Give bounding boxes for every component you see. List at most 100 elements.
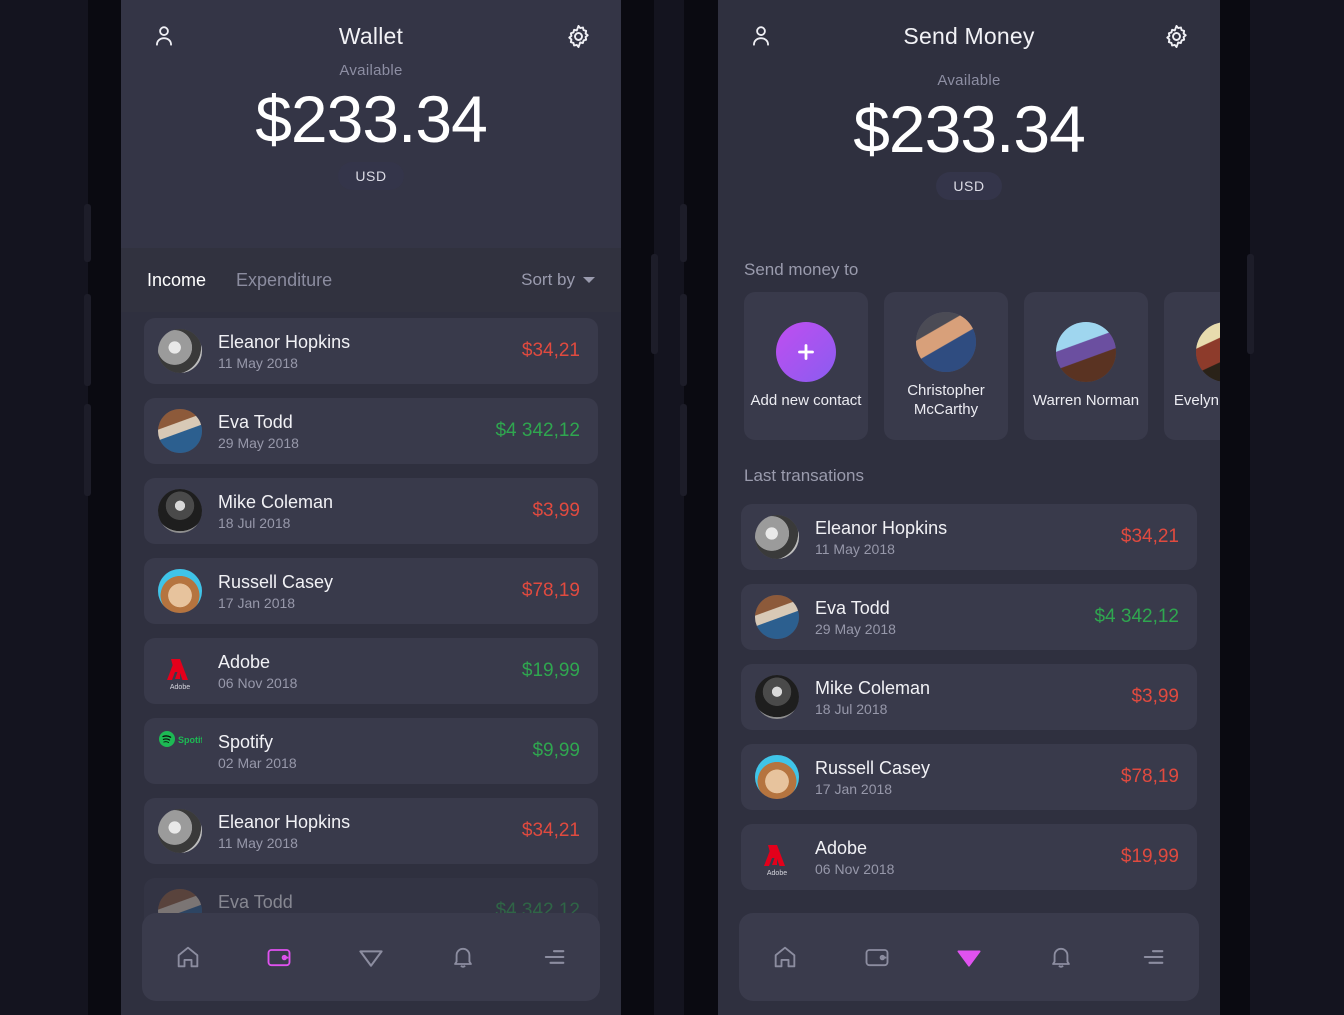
nav-more[interactable] (1129, 933, 1177, 981)
transaction-date: 11 May 2018 (815, 540, 895, 557)
person-icon[interactable] (744, 19, 778, 53)
page-title: Send Money (903, 22, 1035, 49)
transaction-amount: $19,99 (1120, 846, 1179, 867)
sort-by-button[interactable]: Sort by (521, 270, 595, 290)
nav-wallet[interactable] (255, 933, 303, 981)
transaction-meta: Russell Casey 17 Jan 2018 (218, 572, 333, 611)
nav-send[interactable] (945, 933, 993, 981)
transaction-meta: Eleanor Hopkins 11 May 2018 (218, 332, 350, 371)
wallet-bottom-nav[interactable] (142, 913, 600, 1001)
contacts-carousel[interactable]: Add new contact Christopher McCarthy Warre… (718, 292, 1220, 440)
transaction-date: 29 May 2018 (218, 434, 299, 451)
contact-card[interactable]: Warren Norman (1024, 292, 1148, 440)
phone-button (84, 294, 91, 386)
table-row[interactable]: Russell Casey 17 Jan 2018 $78,19 (741, 744, 1197, 810)
send-bottom-nav[interactable] (739, 913, 1199, 1001)
send-icon (954, 942, 984, 972)
phone-button (1247, 254, 1254, 354)
wallet-balance: Available $233.34 USD (121, 54, 621, 191)
phone-button (84, 204, 91, 262)
tab-expenditure[interactable]: Expenditure (236, 270, 332, 291)
transaction-amount: $4 342,12 (495, 420, 580, 441)
send-appbar: Send Money (718, 0, 1220, 54)
avatar (158, 569, 202, 613)
transaction-name: Eleanor Hopkins (218, 811, 351, 832)
transaction-date: 18 Jul 2018 (218, 514, 291, 531)
wallet-screen: Wallet Available $233.34 USD Income Expe… (121, 0, 621, 1015)
transaction-date: 06 Nov 2018 (218, 674, 298, 691)
chevron-down-icon (583, 277, 595, 283)
person-icon[interactable] (147, 19, 181, 53)
transaction-amount: $78,19 (1120, 766, 1179, 787)
avatar (158, 329, 202, 373)
nav-home[interactable] (164, 933, 212, 981)
table-row[interactable]: Eleanor Hopkins 11 May 2018 $34,21 (144, 318, 598, 384)
transaction-date: 17 Jan 2018 (218, 594, 296, 611)
spotify-logo-icon: Spotify (158, 729, 202, 773)
nav-wallet[interactable] (853, 933, 901, 981)
gear-icon[interactable] (561, 19, 595, 53)
table-row[interactable]: Eleanor Hopkins 11 May 2018 $34,21 (741, 504, 1197, 570)
avatar (1056, 321, 1116, 382)
currency-badge[interactable]: USD (338, 162, 404, 191)
transaction-meta: Adobe 06 Nov 2018 (815, 838, 894, 877)
avatar (755, 755, 799, 799)
table-row[interactable]: Russell Casey 17 Jan 2018 $78,19 (144, 558, 598, 624)
avatar (1196, 321, 1220, 382)
nav-notifications[interactable] (439, 933, 487, 981)
contact-card[interactable]: Add new contact (744, 292, 868, 440)
phone-button (651, 254, 658, 354)
wallet-icon (265, 943, 293, 971)
wallet-body: Income Expenditure Sort by Eleanor Hopki… (121, 248, 621, 1015)
transaction-date: 11 May 2018 (218, 834, 298, 851)
transaction-name: Eva Todd (218, 411, 293, 432)
transaction-name: Mike Coleman (218, 491, 334, 512)
table-row[interactable]: Eleanor Hopkins 11 May 2018 $34,21 (144, 798, 598, 864)
transaction-meta: Eva Todd 29 May 2018 (218, 412, 299, 451)
currency-badge[interactable]: USD (936, 172, 1002, 201)
table-row[interactable]: Adobe Adobe 06 Nov 2018 $19,99 (144, 638, 598, 704)
wallet-header-panel: Wallet Available $233.34 USD (121, 0, 621, 248)
wallet-transaction-list[interactable]: Eleanor Hopkins 11 May 2018 $34,21 Eva Todd… (121, 312, 621, 944)
table-row[interactable]: Mike Coleman 18 Jul 2018 $3,99 (741, 664, 1197, 730)
sort-by-label: Sort by (521, 270, 575, 289)
avatar (755, 675, 799, 719)
svg-text:Adobe: Adobe (170, 684, 190, 691)
contact-name: Evelyn McBride (1173, 391, 1220, 409)
nav-send[interactable] (347, 933, 395, 981)
transaction-date: 18 Jul 2018 (815, 700, 888, 717)
nav-notifications[interactable] (1037, 933, 1085, 981)
table-row[interactable]: Mike Coleman 18 Jul 2018 $3,99 (144, 478, 598, 544)
balance-amount: $233.34 (255, 82, 488, 156)
bell-icon (1047, 943, 1075, 971)
transaction-name: Eleanor Hopkins (815, 517, 948, 538)
transaction-amount: $19,99 (521, 660, 580, 681)
avatar (158, 809, 202, 853)
transaction-meta: Eleanor Hopkins 11 May 2018 (815, 518, 947, 557)
transaction-meta: Adobe 06 Nov 2018 (218, 652, 297, 691)
adobe-logo-icon: Adobe (755, 835, 799, 879)
contact-card[interactable]: Evelyn McBride (1164, 292, 1220, 440)
nav-home[interactable] (761, 933, 809, 981)
table-row[interactable]: Spotify Spotify 02 Mar 2018 $9,99 (144, 718, 598, 784)
table-row[interactable]: Eva Todd 29 May 2018 $4 342,12 (741, 584, 1197, 650)
balance-label: Available (937, 72, 1001, 89)
transaction-name: Eva Todd (218, 891, 293, 912)
svg-text:Adobe: Adobe (767, 870, 787, 877)
table-row[interactable]: Adobe Adobe 06 Nov 2018 $19,99 (741, 824, 1197, 890)
transaction-date: 02 Mar 2018 (218, 754, 297, 771)
avatar (158, 489, 202, 533)
phone-button (680, 404, 687, 496)
transaction-name: Russell Casey (815, 757, 931, 778)
transaction-amount: $3,99 (532, 500, 580, 521)
transaction-name: Adobe (815, 837, 868, 858)
table-row[interactable]: Eva Todd 29 May 2018 $4 342,12 (144, 398, 598, 464)
contact-card[interactable]: Christopher McCarthy (884, 292, 1008, 440)
nav-more[interactable] (530, 933, 578, 981)
gear-icon[interactable] (1160, 19, 1194, 53)
send-transaction-list[interactable]: Eleanor Hopkins 11 May 2018 $34,21 Eva Todd… (718, 498, 1220, 890)
avatar (755, 595, 799, 639)
home-icon (771, 943, 799, 971)
tab-income[interactable]: Income (147, 270, 206, 291)
transaction-amount: $34,21 (521, 820, 580, 841)
